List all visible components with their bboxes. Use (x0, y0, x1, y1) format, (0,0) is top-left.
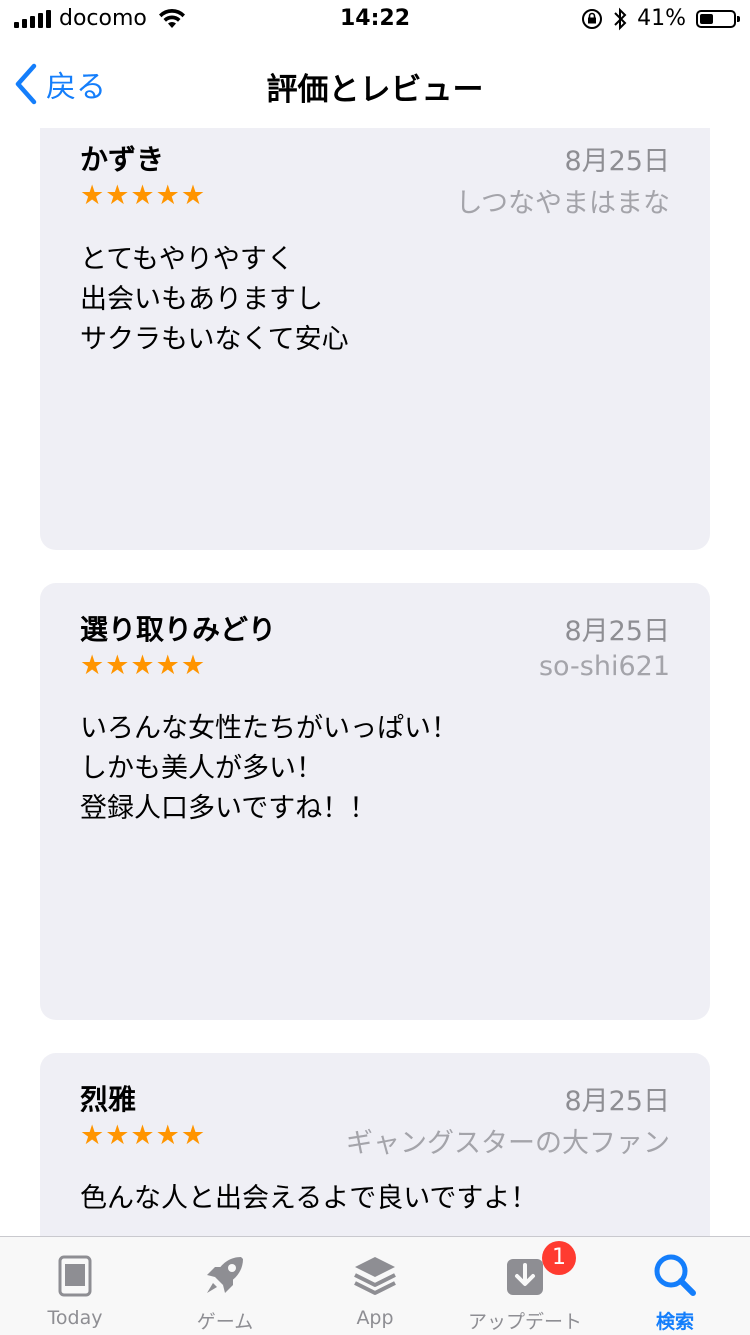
review-author: しつなやまはまな (455, 188, 670, 219)
star-rating: ★★★★★ (80, 180, 207, 211)
tab-bar: Today ゲーム App 1 アップデート 検索 (0, 1236, 750, 1335)
rocket-icon (207, 1257, 243, 1293)
review-author: ギャングスターの大ファン (346, 1128, 670, 1159)
battery-percent: 41% (637, 6, 686, 31)
navigation-bar: 戻る 評価とレビュー (0, 40, 750, 128)
tab-label: 検索 (655, 1311, 694, 1333)
update-badge: 1 (542, 1241, 576, 1275)
review-line: サクラもいなくて安心 (80, 324, 349, 355)
review-body: 色んな人と出会えるよで良いですよ！ (80, 1179, 670, 1219)
star-rating: ★★★★★ (80, 1120, 207, 1151)
review-body: とてもやりやすく 出会いもありますし サクラもいなくて安心 (80, 240, 670, 360)
review-line: いろんな女性たちがいっぱい！ (80, 713, 458, 744)
review-date: 8月25日 (564, 1086, 670, 1117)
review-title: かずき (80, 143, 165, 176)
today-icon (58, 1255, 92, 1297)
tab-label: Today (47, 1307, 103, 1329)
rotation-lock-icon (582, 8, 603, 29)
review-title: 選り取りみどり (80, 613, 277, 646)
review-card[interactable]: かずき 8月25日 ★★★★★ しつなやまはまな とてもやりやすく 出会いもあり… (40, 128, 710, 550)
review-author: so-shi621 (538, 651, 670, 682)
review-card[interactable]: 選り取りみどり 8月25日 ★★★★★ so-shi621 いろんな女性たちがい… (40, 583, 710, 1020)
review-date: 8月25日 (564, 146, 670, 177)
status-bar-right: 41% (581, 6, 740, 31)
tab-today[interactable]: Today (0, 1237, 150, 1335)
tab-apps[interactable]: App (300, 1237, 450, 1335)
page-title: 評価とレビュー (266, 72, 484, 108)
review-line: とてもやりやすく (80, 244, 294, 275)
review-line: 出会いもありますし (80, 284, 323, 315)
bluetooth-icon (614, 7, 627, 30)
battery-icon (696, 9, 740, 28)
review-card[interactable]: 烈雅 8月25日 ★★★★★ ギャングスターの大ファン 色んな人と出会えるよで良… (40, 1053, 710, 1236)
battery-fill (700, 13, 713, 24)
review-body: いろんな女性たちがいっぱい！ しかも美人が多い！ 登録人口多いですね！！ (80, 709, 670, 829)
review-line: しかも美人が多い！ (80, 753, 323, 784)
review-date: 8月25日 (564, 616, 670, 647)
status-bar: docomo 14:22 41% (0, 0, 750, 40)
tab-label: アップデート (467, 1311, 582, 1333)
tab-label: App (356, 1307, 394, 1329)
layers-icon (354, 1257, 396, 1295)
star-rating: ★★★★★ (80, 650, 207, 681)
review-line: 色んな人と出会えるよで良いですよ！ (80, 1183, 538, 1214)
reviews-list[interactable]: かずき 8月25日 ★★★★★ しつなやまはまな とてもやりやすく 出会いもあり… (0, 128, 750, 1236)
tab-updates[interactable]: 1 アップデート (450, 1237, 600, 1335)
tab-search[interactable]: 検索 (600, 1237, 750, 1335)
review-line: 登録人口多いですね！！ (80, 793, 377, 824)
search-icon (654, 1254, 696, 1296)
tab-games[interactable]: ゲーム (150, 1237, 300, 1335)
tab-label: ゲーム (196, 1311, 254, 1333)
review-title: 烈雅 (80, 1083, 137, 1116)
